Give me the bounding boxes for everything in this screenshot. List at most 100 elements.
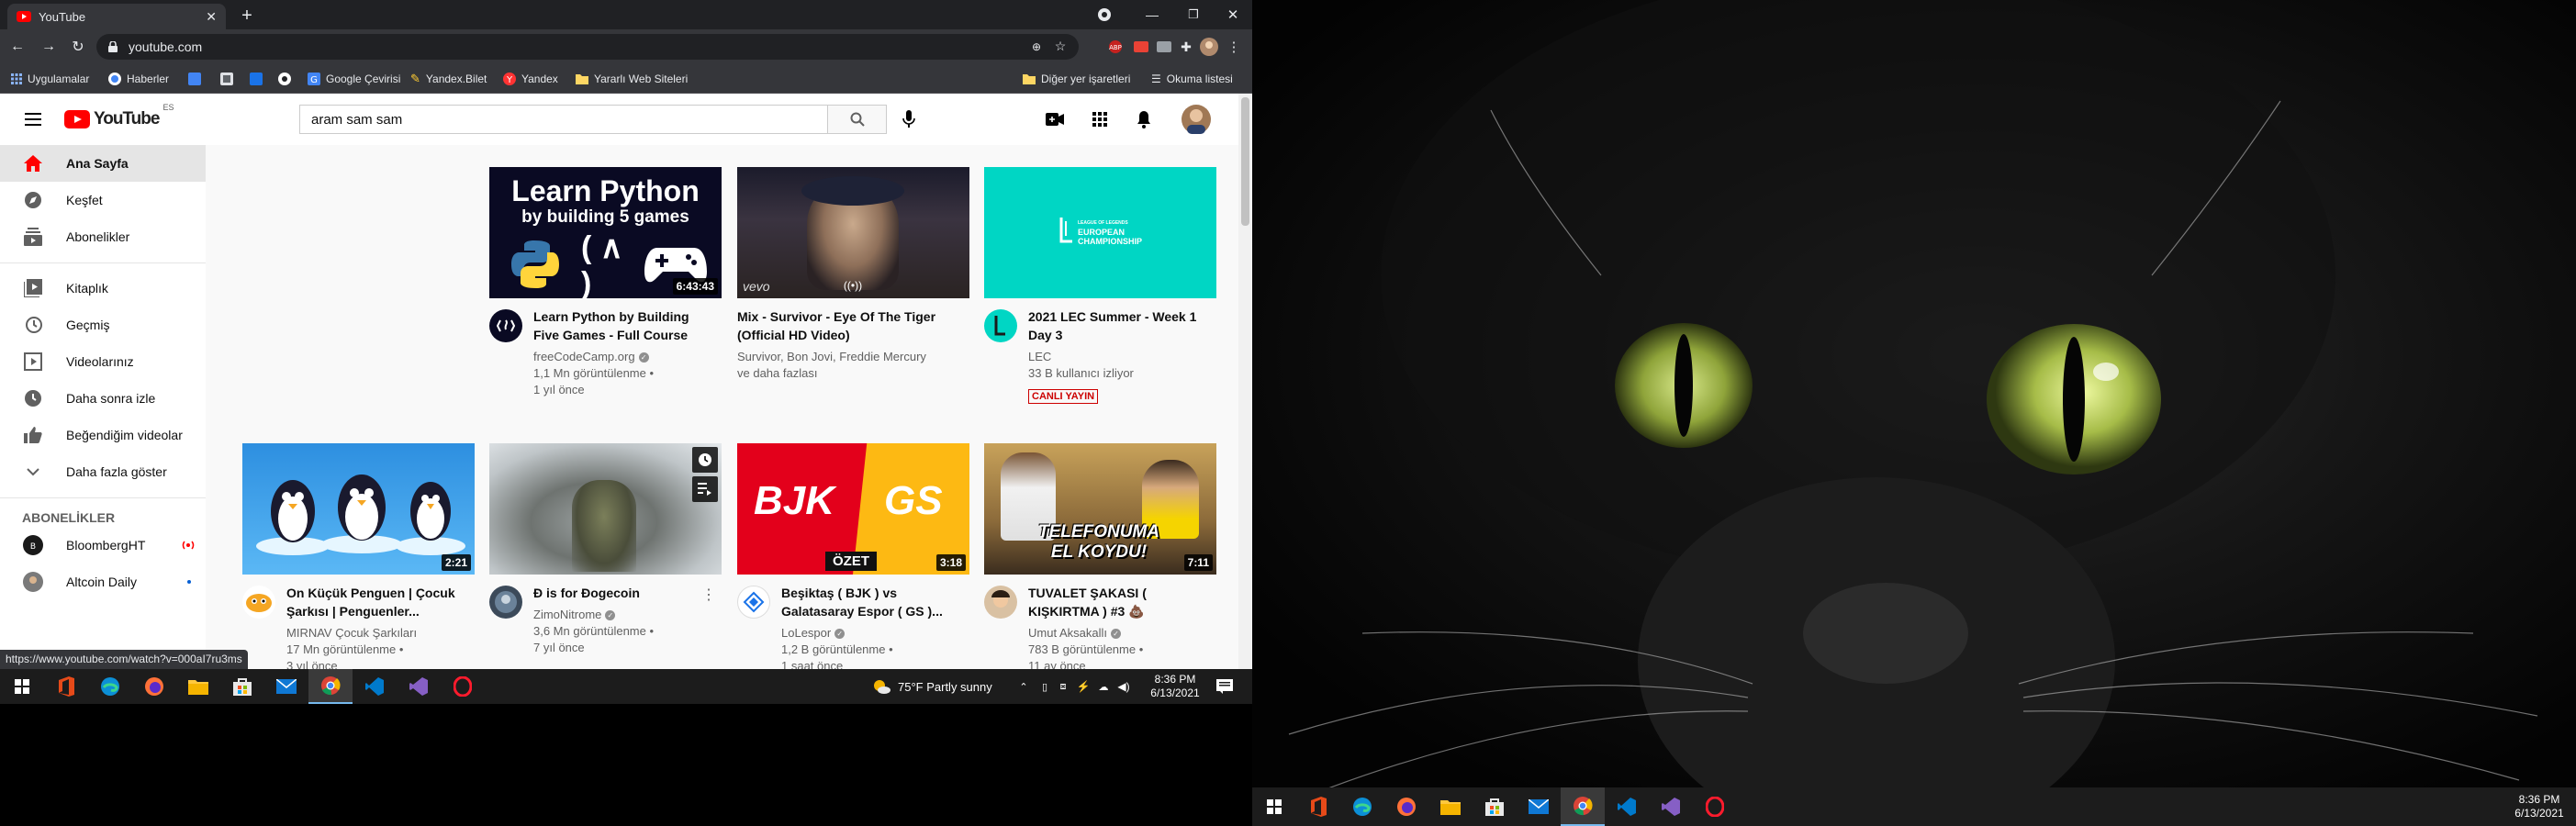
chrome-taskbar-icon[interactable] [308, 669, 353, 704]
video-title-line[interactable]: Mix - Survivor - Eye Of The Tiger [737, 307, 969, 326]
video-thumbnail[interactable]: Learn Python by building 5 games ( ∧ ) 6… [489, 167, 722, 298]
scrollbar-thumb[interactable] [1241, 97, 1249, 226]
sidebar-item-subscriptions[interactable]: Abonelikler [0, 218, 206, 255]
forward-icon[interactable]: → [40, 39, 57, 55]
channel-avatar[interactable] [489, 309, 522, 342]
video-thumbnail[interactable]: 2:21 [242, 443, 475, 575]
video-title-line[interactable]: (Official HD Video) [737, 326, 969, 344]
sidebar-sub-altcoin-daily[interactable]: Altcoin Daily [0, 564, 206, 600]
video-thumbnail[interactable]: BJK GS ÖZET 3:18 [737, 443, 969, 575]
channel-name[interactable]: ZimoNitrome ✓ [533, 607, 722, 623]
visual-studio-icon[interactable] [397, 669, 441, 704]
start-windows-icon[interactable] [0, 669, 44, 704]
tab-search-icon[interactable] [1097, 7, 1112, 22]
taskbar-clock[interactable]: 8:36 PM 6/13/2021 [1143, 673, 1207, 700]
notifications-bell-icon[interactable] [1133, 108, 1155, 130]
office-icon[interactable] [1296, 787, 1340, 826]
network-icon[interactable]: ☁ [1096, 678, 1111, 695]
apps-icon[interactable] [1089, 108, 1111, 130]
more-options-icon[interactable]: ⋮ [700, 584, 718, 606]
tab-youtube[interactable]: YouTube ✕ [7, 4, 226, 29]
bookmark-google-translate[interactable]: G Google Çevirisi [308, 64, 400, 94]
search-box[interactable]: aram sam sam [299, 105, 828, 134]
file-explorer-icon[interactable] [176, 669, 220, 704]
taskbar-clock[interactable]: 8:36 PM 6/13/2021 [2510, 793, 2569, 820]
weather-sun-icon[interactable] [872, 677, 890, 696]
video-title-line[interactable]: KIŞKIRTMA ) #3 💩 [1028, 602, 1216, 620]
bookmark-haberler[interactable]: Haberler [108, 64, 169, 94]
video-title-line[interactable]: Beşiktaş ( BJK ) vs [781, 584, 969, 602]
extensions-puzzle-icon[interactable]: ✚ [1177, 38, 1195, 56]
bookmark-other[interactable]: Diğer yer işaretleri [1023, 64, 1130, 94]
bookmark-icon-3[interactable] [250, 73, 263, 85]
new-tab-icon[interactable]: + [237, 6, 257, 26]
video-title-line[interactable]: On Küçük Penguen | Çocuk [286, 584, 475, 602]
video-title-line[interactable]: Şarkısı | Penguenler... [286, 602, 475, 620]
reading-list[interactable]: ☰ Okuma listesi [1151, 64, 1233, 94]
search-input[interactable]: aram sam sam [311, 112, 402, 128]
video-thumbnail[interactable]: TELEFONUMA EL KOYDU! 7:11 [984, 443, 1216, 575]
bookmark-icon-2[interactable] [220, 73, 233, 85]
chrome-taskbar-icon[interactable] [1561, 787, 1605, 826]
video-title-line[interactable]: Galatasaray Espor ( GS )... [781, 602, 969, 620]
channel-name[interactable]: LoLespor ✓ [781, 625, 969, 642]
install-app-icon[interactable]: ⊕ [1029, 39, 1044, 54]
voice-search-icon[interactable] [898, 108, 920, 130]
channel-avatar[interactable] [984, 586, 1017, 619]
reload-icon[interactable]: ↻ [70, 39, 86, 55]
profile-avatar-icon[interactable] [1199, 37, 1219, 57]
back-icon[interactable]: ← [9, 39, 26, 55]
channel-avatar[interactable] [984, 309, 1017, 342]
channel-name[interactable]: LEC [1028, 349, 1216, 365]
bookmark-icon-1[interactable] [188, 73, 201, 85]
video-thumbnail[interactable] [489, 443, 722, 575]
file-explorer-icon[interactable] [1428, 787, 1473, 826]
channel-avatar[interactable] [242, 586, 275, 619]
notification-center-icon[interactable] [1215, 677, 1234, 696]
tab-close-icon[interactable]: ✕ [206, 9, 217, 25]
video-title-line[interactable]: Đ is for Đogecoin [533, 584, 699, 602]
channel-avatar[interactable] [737, 586, 770, 619]
store-icon[interactable] [1473, 787, 1517, 826]
minimize-icon[interactable]: — [1138, 6, 1166, 24]
bookmark-yandex-bilet[interactable]: ✎ Yandex.Bilet [410, 64, 487, 94]
restore-icon[interactable]: ❐ [1180, 6, 1207, 24]
tray-icon-2[interactable]: ⧈ [1056, 678, 1070, 695]
sidebar-item-history[interactable]: Geçmiş [0, 307, 206, 343]
vscode-icon[interactable] [353, 669, 397, 704]
search-button[interactable] [828, 105, 887, 134]
account-avatar[interactable] [1182, 105, 1211, 134]
vscode-icon[interactable] [1605, 787, 1649, 826]
window-close-icon[interactable]: ✕ [1219, 6, 1247, 24]
address-bar[interactable]: youtube.com ⊕ ☆ [96, 34, 1079, 60]
tray-icon-3[interactable]: ⚡ [1076, 678, 1091, 695]
bookmark-apps[interactable]: Uygulamalar [11, 64, 89, 94]
sidebar-item-explore[interactable]: Keşfet [0, 182, 206, 218]
edge-icon[interactable] [1340, 787, 1384, 826]
store-icon[interactable] [220, 669, 264, 704]
extension-2-icon[interactable] [1132, 38, 1150, 56]
sidebar-item-show-more[interactable]: Daha fazla göster [0, 453, 206, 490]
office-icon[interactable] [44, 669, 88, 704]
video-title-line[interactable]: TUVALET ŞAKASI ( [1028, 584, 1216, 602]
page-scrollbar[interactable] [1238, 94, 1252, 669]
create-video-icon[interactable] [1044, 108, 1066, 130]
chrome-menu-icon[interactable]: ⋮ [1226, 38, 1241, 56]
channel-name[interactable]: freeCodeCamp.org ✓ [533, 349, 722, 365]
firefox-icon[interactable] [132, 669, 176, 704]
video-title-line[interactable]: Learn Python by Building [533, 307, 722, 326]
edge-icon[interactable] [88, 669, 132, 704]
weather-text[interactable]: 75°F Partly sunny [898, 680, 992, 694]
video-thumbnail[interactable]: vevo ((•)) [737, 167, 969, 298]
tray-icon-1[interactable]: ▯ [1037, 678, 1052, 695]
opera-icon[interactable] [1693, 787, 1737, 826]
bookmark-yandex[interactable]: Y Yandex [503, 64, 558, 94]
channel-name[interactable]: Umut Aksakallı ✓ [1028, 625, 1216, 642]
opera-icon[interactable] [441, 669, 485, 704]
extension-3-icon[interactable] [1155, 38, 1173, 56]
sidebar-item-home[interactable]: Ana Sayfa [0, 145, 206, 182]
sidebar-item-watch-later[interactable]: Daha sonra izle [0, 380, 206, 417]
video-thumbnail[interactable]: LEAGUE OF LEGENDS EUROPEAN CHAMPIONSHIP [984, 167, 1216, 298]
visual-studio-icon[interactable] [1649, 787, 1693, 826]
sidebar-item-your-videos[interactable]: Videolarınız [0, 343, 206, 380]
